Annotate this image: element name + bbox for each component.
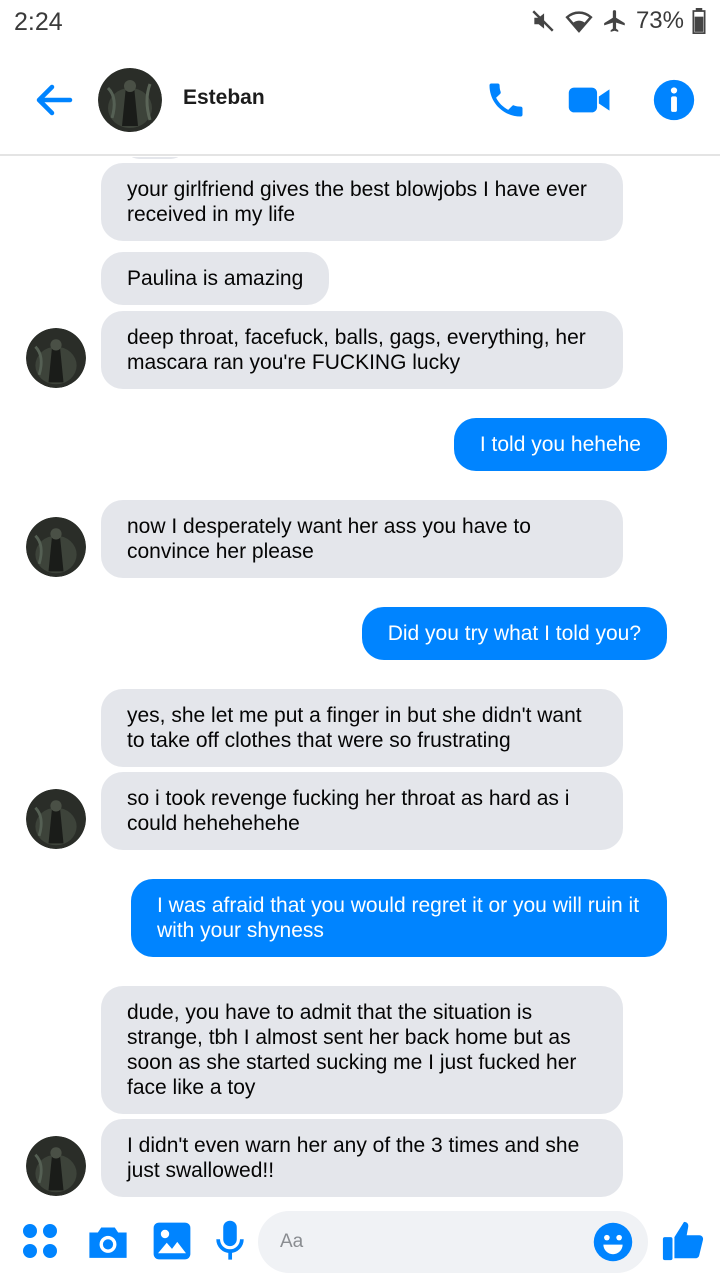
- message-bubble-incoming[interactable]: I didn't even warn her any of the 3 time…: [101, 1119, 623, 1197]
- video-call-button[interactable]: [566, 76, 614, 124]
- contact-avatar[interactable]: [98, 68, 162, 132]
- message-bubble-incoming[interactable]: now I desperately want her ass you have …: [101, 500, 623, 578]
- message-bubble-incoming[interactable]: Paulina is amazing: [101, 252, 330, 305]
- sender-avatar[interactable]: [26, 789, 86, 849]
- message-bubble-incoming[interactable]: so i took revenge fucking her throat as …: [101, 772, 623, 850]
- gallery-button[interactable]: [148, 1217, 196, 1265]
- message-bubble-incoming[interactable]: your girlfriend gives the best blowjobs …: [101, 163, 623, 241]
- apps-button[interactable]: [16, 1217, 64, 1265]
- like-button[interactable]: [660, 1217, 708, 1265]
- battery-icon: [692, 8, 706, 34]
- mute-icon: [532, 10, 554, 32]
- voice-call-button[interactable]: [482, 76, 530, 124]
- voice-message-button[interactable]: [206, 1217, 254, 1265]
- camera-icon: [89, 1227, 127, 1258]
- wifi-icon: [565, 11, 593, 33]
- message-input[interactable]: Aa: [258, 1211, 648, 1273]
- conversation-header: Esteban: [0, 44, 720, 156]
- message-bubble-incoming[interactable]: dude, you have to admit that the situati…: [101, 986, 623, 1114]
- gallery-icon: [153, 1222, 191, 1260]
- sender-avatar[interactable]: [26, 517, 86, 577]
- camera-button[interactable]: [84, 1217, 132, 1265]
- sender-avatar[interactable]: [26, 328, 86, 388]
- battery-percentage: 73%: [635, 7, 684, 34]
- message-input-placeholder: Aa: [280, 1231, 304, 1252]
- airplane-icon: [604, 10, 625, 32]
- microphone-icon: [216, 1220, 244, 1260]
- apps-icon: [23, 1224, 57, 1258]
- message-bubble-incoming[interactable]: yes, she let me put a finger in but she …: [101, 689, 623, 767]
- info-button[interactable]: [650, 76, 698, 124]
- contact-name[interactable]: Esteban: [183, 86, 265, 110]
- video-camera-icon: [568, 87, 610, 113]
- message-bubble-incoming[interactable]: deep throat, facefuck, balls, gags, ever…: [101, 311, 623, 389]
- back-button[interactable]: [30, 76, 78, 124]
- message-bubble-outgoing[interactable]: Did you try what I told you?: [361, 607, 667, 660]
- info-icon: [653, 79, 695, 121]
- status-icons: 73%: [530, 6, 706, 36]
- thumbs-up-icon: [662, 1221, 704, 1261]
- message-composer: Aa: [0, 1205, 720, 1280]
- message-thread[interactable]: your girlfriend gives the best blowjobs …: [0, 157, 720, 1200]
- status-bar: 2:24 73%: [0, 0, 720, 44]
- back-arrow-icon: [36, 84, 73, 116]
- emoji-icon: [593, 1222, 633, 1262]
- message-bubble-outgoing[interactable]: I was afraid that you would regret it or…: [131, 879, 667, 957]
- phone-icon: [489, 83, 523, 117]
- emoji-button[interactable]: [592, 1221, 634, 1263]
- previous-message-bubble: [125, 157, 185, 159]
- status-time: 2:24: [14, 8, 63, 36]
- message-bubble-outgoing[interactable]: I told you hehehe: [453, 418, 667, 471]
- sender-avatar[interactable]: [26, 1136, 86, 1196]
